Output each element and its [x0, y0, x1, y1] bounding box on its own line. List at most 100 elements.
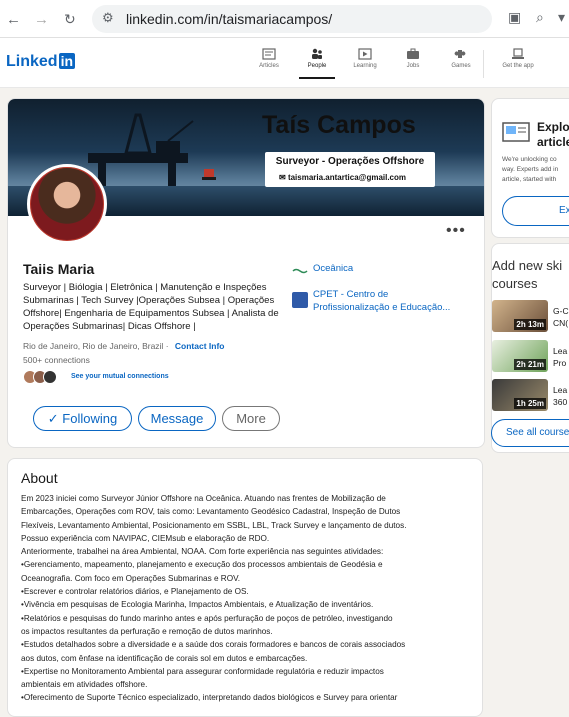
banner-email: ✉ taismaria.antartica@gmail.com — [279, 173, 406, 182]
cpet-logo-icon — [292, 292, 308, 308]
header-divider — [483, 50, 484, 78]
banner-email-text: taismaria.antartica@gmail.com — [287, 173, 407, 182]
mutual-text: See your mutual connections — [71, 373, 169, 380]
about-line: •Expertise no Monitoramento Ambiental pa… — [21, 666, 384, 676]
more-options-icon[interactable]: ••• — [446, 222, 466, 240]
logo-in: in — [58, 53, 76, 69]
course-title-line: CN( — [553, 318, 569, 328]
article-icon — [502, 122, 530, 142]
avatar[interactable] — [27, 164, 107, 244]
course-title[interactable]: Lea 360 — [553, 384, 567, 408]
site-info-icon[interactable]: ⚙ — [102, 10, 114, 26]
explore-button[interactable]: Ex — [502, 196, 569, 226]
nav-label: Learning — [353, 63, 377, 69]
ship-icon — [202, 169, 216, 180]
about-line: ambientais em atividades offshore. — [21, 680, 148, 690]
course-duration: 1h 25m — [514, 398, 546, 409]
explore-body: We're unlocking co way. Experts add in a… — [502, 155, 558, 185]
url-text: linkedin.com/in/taismariacampos/ — [126, 11, 333, 27]
message-button[interactable]: Message — [138, 406, 216, 431]
back-icon[interactable]: ← — [6, 11, 21, 28]
get-app-icon — [512, 48, 524, 59]
experience-cpet[interactable]: CPET - Centro de Profissionalização e Ed… — [292, 288, 462, 318]
courses-title-line: Add new ski — [492, 258, 563, 273]
about-line: Oceanografia. Com foco em Operações Subm… — [21, 573, 241, 583]
articles-icon — [262, 48, 276, 60]
nav-label: People — [307, 63, 327, 69]
banner-subtitle-box: Surveyor - Operações Offshore ✉ taismari… — [265, 152, 435, 187]
nav-label: Games — [451, 63, 471, 69]
about-line: •Gerenciamento, mapeamento, planejamento… — [21, 560, 383, 570]
course-duration: 2h 21m — [514, 359, 546, 370]
about-line: •Escrever e controlar relatórios diários… — [21, 587, 249, 597]
email-icon: ✉ — [279, 173, 288, 182]
linkedin-header: Linked in Articles People Learning Jobs G… — [0, 38, 569, 88]
courses-title-line: courses — [492, 276, 538, 291]
explore-body-line: We're unlocking co — [502, 156, 557, 163]
connections-count[interactable]: 500+ connections — [23, 355, 90, 365]
about-line: •Oferecimento de Suporte Técnico especia… — [21, 693, 398, 703]
games-icon — [454, 50, 466, 58]
course-thumbnail[interactable]: 1h 25m — [492, 379, 548, 411]
banner-name: Taís Campos — [262, 111, 416, 139]
following-button[interactable]: ✓ Following — [33, 406, 132, 431]
translate-icon[interactable]: ▣ — [508, 9, 521, 26]
explore-body-line: way. Experts add in — [502, 166, 559, 173]
course-title-line: Pro — [553, 358, 567, 368]
zoom-icon[interactable]: ⌕ — [536, 9, 544, 26]
about-line: •Relatórios e pesquisas do fundo marinho… — [21, 613, 393, 623]
banner-subtitle: Surveyor - Operações Offshore — [275, 156, 425, 167]
reload-icon[interactable]: ↻ — [64, 11, 76, 28]
nav-jobs[interactable]: Jobs — [391, 48, 435, 69]
about-line: •Estudos detalhados sobre a diversidade … — [21, 640, 406, 650]
course-title[interactable]: G-C CN( — [553, 305, 569, 329]
course-title[interactable]: Lea Pro — [553, 345, 567, 369]
courses-title: Add new ski courses — [492, 257, 562, 293]
course-title-line: 360 — [553, 397, 568, 407]
profile-card: Taís Campos Surveyor - Operações Offshor… — [7, 98, 485, 448]
about-line: Flexíveis, Levantamento Ambiental, Posic… — [21, 520, 407, 530]
profile-headline: Surveyor | Biólogia | Eletrônica | Manut… — [23, 282, 279, 332]
address-bar[interactable]: ⚙ linkedin.com/in/taismariacampos/ — [92, 5, 492, 33]
chevron-down-icon[interactable]: ▾ — [558, 9, 565, 26]
forward-icon[interactable]: → — [34, 11, 49, 28]
experience-name: Oceânica — [313, 263, 354, 274]
about-section: About Em 2023 iniciei como Surveyor Júni… — [7, 458, 483, 717]
oceanica-logo-icon — [292, 262, 308, 278]
nav-label: Articles — [259, 63, 279, 69]
about-text: Em 2023 iniciei como Surveyor Júnior Off… — [21, 492, 476, 705]
about-line: os impactos resultantes da perfuração e … — [21, 626, 273, 636]
location-text: Rio de Janeiro, Rio de Janeiro, Brazil — [23, 341, 164, 351]
about-title: About — [21, 470, 58, 486]
nav-label: Jobs — [406, 63, 420, 69]
more-button[interactable]: More — [222, 406, 280, 431]
mutual-avatar — [43, 370, 57, 384]
linkedin-logo[interactable]: Linked in — [6, 53, 76, 71]
about-line: aos dutos, com ênfase na identificação d… — [21, 653, 308, 663]
browser-toolbar: ← → ↻ ⚙ linkedin.com/in/taismariacampos/… — [0, 0, 569, 38]
about-line: Possuo experiência com NAVIPAC, CIEMsub … — [21, 533, 270, 543]
contact-info-link[interactable]: Contact Info — [175, 341, 225, 351]
course-thumbnail[interactable]: 2h 21m — [492, 340, 548, 372]
explore-title-line: article — [537, 135, 569, 149]
explore-articles-card: Explo article We're unlocking co way. Exp… — [491, 98, 569, 238]
nav-articles[interactable]: Articles — [247, 48, 291, 69]
course-thumbnail[interactable]: 2h 13m — [492, 300, 548, 332]
nav-games[interactable]: Games — [439, 48, 483, 69]
about-line: Em 2023 iniciei como Surveyor Júnior Off… — [21, 494, 386, 503]
course-title-line: Lea — [553, 346, 568, 356]
course-title-line: G-C — [553, 306, 569, 316]
nav-get-app[interactable]: Get the app — [496, 48, 540, 69]
see-all-courses-button[interactable]: See all courses — [491, 419, 569, 447]
explore-title-line: Explo — [537, 120, 569, 134]
nav-people[interactable]: People — [295, 48, 339, 79]
about-line: Anteriormente, trabalhei na área Ambient… — [21, 547, 384, 557]
learning-icon — [358, 48, 372, 60]
logo-text: Linked — [6, 53, 58, 70]
about-line: •Vivência em pesquisas de Ecologia Marin… — [21, 600, 374, 610]
explore-title: Explo article — [537, 120, 569, 150]
profile-name: Taiis Maria — [23, 261, 95, 277]
explore-body-line: article, started with — [502, 176, 557, 183]
nav-learning[interactable]: Learning — [343, 48, 387, 69]
course-duration: 2h 13m — [514, 319, 546, 330]
